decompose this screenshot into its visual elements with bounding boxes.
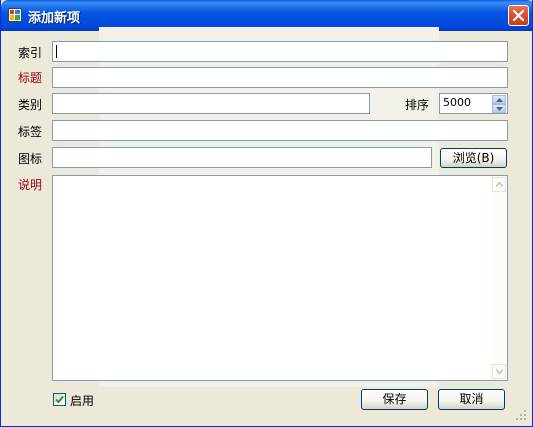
category-label: 类别 bbox=[18, 98, 43, 112]
sort-value: 5000 bbox=[443, 96, 471, 109]
dialog-body: 索引 标题 类别 排序 5000 标签 图标 浏览(B) 说明 启用 保存 取消 bbox=[4, 27, 529, 423]
description-scrollbar[interactable] bbox=[491, 176, 507, 380]
tags-input[interactable] bbox=[52, 120, 508, 141]
chevron-down-icon bbox=[496, 107, 503, 111]
cancel-button[interactable]: 取消 bbox=[438, 389, 505, 410]
browse-button[interactable]: 浏览(B) bbox=[440, 148, 507, 168]
enabled-label: 启用 bbox=[70, 394, 95, 408]
scroll-up-button[interactable] bbox=[492, 177, 506, 192]
chevron-up-icon bbox=[496, 98, 503, 102]
window-title: 添加新项 bbox=[28, 11, 81, 26]
close-button[interactable] bbox=[508, 5, 529, 26]
title-input[interactable] bbox=[52, 67, 508, 88]
add-item-dialog: 添加新项 索引 标题 类别 排序 5000 标签 图标 浏览(B) 说明 启用 … bbox=[0, 0, 533, 427]
sort-label: 排序 bbox=[405, 98, 430, 112]
save-button[interactable]: 保存 bbox=[361, 389, 428, 410]
sort-increase-button[interactable] bbox=[492, 95, 506, 104]
scroll-up-arrow-icon bbox=[496, 182, 503, 187]
icon-path-input[interactable] bbox=[52, 147, 432, 168]
icon-label: 图标 bbox=[18, 152, 43, 166]
enabled-checkbox[interactable] bbox=[53, 393, 66, 406]
description-label: 说明 bbox=[18, 178, 43, 192]
sort-decrease-button[interactable] bbox=[492, 104, 506, 113]
checkmark-icon bbox=[55, 395, 64, 404]
title-label: 标题 bbox=[18, 71, 43, 85]
category-input[interactable] bbox=[52, 93, 370, 114]
sort-stepper[interactable]: 5000 bbox=[439, 93, 508, 114]
index-input[interactable] bbox=[52, 41, 508, 62]
tags-label: 标签 bbox=[18, 125, 43, 139]
scroll-down-button[interactable] bbox=[492, 364, 506, 379]
close-icon bbox=[513, 10, 524, 21]
description-textarea[interactable] bbox=[52, 175, 508, 381]
scroll-down-arrow-icon bbox=[496, 369, 503, 374]
app-window-icon bbox=[8, 8, 22, 22]
index-label: 索引 bbox=[18, 46, 43, 60]
resize-grip-icon[interactable] bbox=[515, 409, 527, 421]
text-caret bbox=[56, 45, 57, 58]
